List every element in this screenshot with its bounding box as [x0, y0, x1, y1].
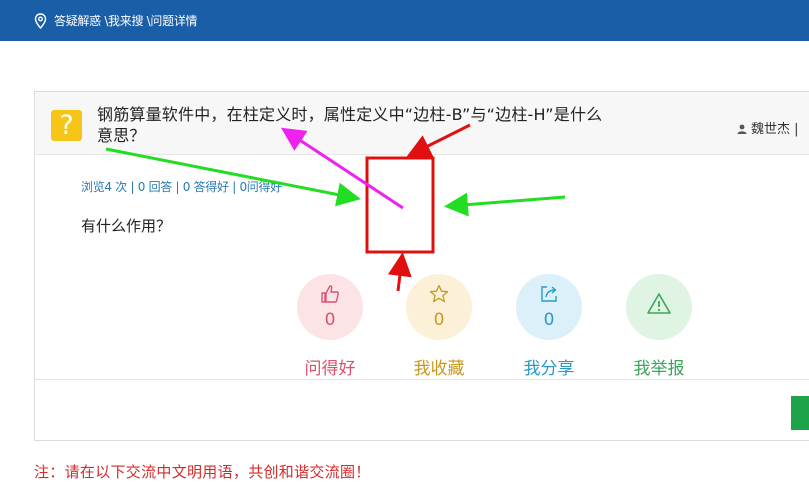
- question-mark-icon: ?: [51, 110, 82, 141]
- favorite-label[interactable]: 我收藏: [395, 354, 483, 379]
- share-circle[interactable]: 0: [516, 274, 582, 340]
- share-count: 0: [543, 310, 555, 330]
- share-label[interactable]: 我分享: [505, 354, 593, 379]
- question-header: ? 钢筋算量软件中，在柱定义时，属性定义中“边柱-B”与“边柱-H”是什么意思？…: [35, 92, 809, 155]
- star-icon: [429, 284, 449, 303]
- user-icon: [737, 124, 747, 134]
- warning-icon: [647, 293, 671, 314]
- top-bar: 答疑解惑 \我来搜 \问题详情: [0, 0, 809, 41]
- author-name[interactable]: 魏世杰 |: [751, 122, 799, 137]
- divider: [35, 379, 809, 380]
- favorite-circle[interactable]: 0: [406, 274, 472, 340]
- question-description: 有什么作用？: [81, 217, 172, 235]
- location-pin-icon: [34, 13, 47, 29]
- breadcrumb[interactable]: 答疑解惑 \我来搜 \问题详情: [54, 12, 198, 29]
- report-action[interactable]: 我举报: [625, 274, 693, 379]
- question-card: ? 钢筋算量软件中，在柱定义时，属性定义中“边柱-B”与“边柱-H”是什么意思？…: [34, 91, 809, 441]
- submit-button[interactable]: [791, 396, 809, 430]
- report-label[interactable]: 我举报: [615, 354, 703, 379]
- question-stats: 浏览4 次 | 0 回答 | 0 答得好 | 0问得好: [81, 180, 282, 194]
- report-circle[interactable]: [626, 274, 692, 340]
- good-question-count: 0: [324, 310, 336, 330]
- share-action[interactable]: 0 我分享: [515, 274, 583, 379]
- good-question-action[interactable]: 0 问得好: [296, 274, 364, 379]
- good-question-label[interactable]: 问得好: [286, 354, 374, 379]
- favorite-count: 0: [433, 310, 445, 330]
- share-icon: [541, 286, 557, 302]
- notice-text: 注：请在以下交流中文明用语，共创和谐交流圈！: [34, 463, 371, 481]
- favorite-action[interactable]: 0 我收藏: [405, 274, 473, 379]
- good-question-circle[interactable]: 0: [297, 274, 363, 340]
- question-title: 钢筋算量软件中，在柱定义时，属性定义中“边柱-B”与“边柱-H”是什么意思？: [97, 105, 603, 145]
- author-info[interactable]: 魏世杰 |: [737, 118, 799, 137]
- thumbs-up-icon: [321, 285, 339, 303]
